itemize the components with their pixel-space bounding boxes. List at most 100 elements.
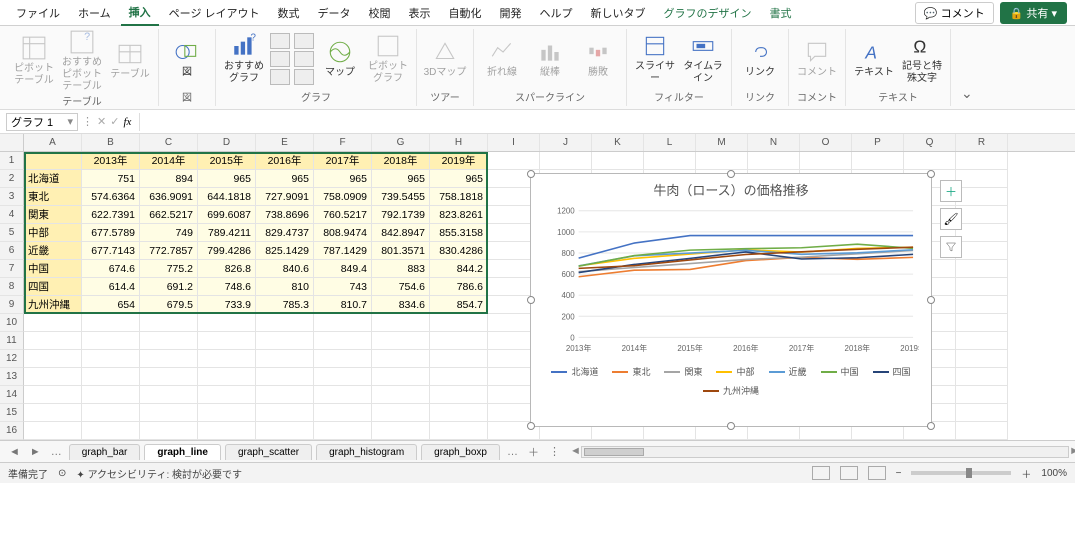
cell[interactable] [956, 152, 1008, 170]
col-header[interactable]: R [956, 134, 1008, 151]
cell[interactable] [372, 422, 430, 440]
cell[interactable] [314, 422, 372, 440]
name-box[interactable]: グラフ 1 ▾ [6, 113, 78, 131]
cell[interactable] [852, 152, 904, 170]
cell[interactable] [140, 404, 198, 422]
cell[interactable]: 中国 [24, 260, 82, 278]
cell[interactable]: 849.4 [314, 260, 372, 278]
cell[interactable] [430, 350, 488, 368]
col-header[interactable]: C [140, 134, 198, 151]
cell[interactable] [140, 386, 198, 404]
chart-styles-button[interactable]: 🖌 [940, 208, 962, 230]
sheet-nav-more[interactable]: … [48, 446, 65, 458]
cancel-icon[interactable]: ✕ [97, 115, 106, 128]
cell[interactable] [198, 422, 256, 440]
accept-icon[interactable]: ✓ [110, 115, 119, 128]
h-scroll-left[interactable]: ◄ [570, 445, 581, 457]
cell[interactable]: 855.3158 [430, 224, 488, 242]
row-header[interactable]: 5 [0, 224, 24, 242]
cell[interactable]: 北海道 [24, 170, 82, 188]
cell[interactable] [430, 332, 488, 350]
cell[interactable]: 829.4737 [256, 224, 314, 242]
h-scroll-thumb[interactable] [584, 448, 644, 456]
spark-wl-button[interactable]: 勝敗 [576, 39, 620, 79]
cell[interactable] [314, 332, 372, 350]
tab-format[interactable]: 書式 [762, 1, 800, 25]
cell[interactable] [956, 242, 1008, 260]
formula-input[interactable] [139, 113, 1075, 131]
cell[interactable] [82, 350, 140, 368]
timeline-button[interactable]: タイムライン [681, 33, 725, 85]
new-sheet-button[interactable]: ＋ [525, 444, 542, 460]
col-header[interactable]: K [592, 134, 644, 151]
cell[interactable] [24, 386, 82, 404]
chart-elements-button[interactable]: ＋ [940, 180, 962, 202]
cell[interactable]: 2017年 [314, 152, 372, 170]
cell[interactable] [430, 368, 488, 386]
symbol-button[interactable]: Ω記号と特殊文字 [900, 33, 944, 85]
map-button[interactable]: マップ [318, 39, 362, 79]
tab-pagelayout[interactable]: ページ レイアウト [161, 1, 268, 25]
cell[interactable] [198, 314, 256, 332]
cell[interactable]: 749 [140, 224, 198, 242]
cell[interactable]: 842.8947 [372, 224, 430, 242]
cell[interactable] [800, 152, 852, 170]
cell[interactable]: 823.8261 [430, 206, 488, 224]
cell[interactable] [430, 422, 488, 440]
cell[interactable]: 東北 [24, 188, 82, 206]
cell[interactable]: 674.6 [82, 260, 140, 278]
chart-plot-area[interactable]: 0200400600800100012002013年2014年2015年2016… [543, 201, 919, 361]
cell[interactable] [372, 404, 430, 422]
cell[interactable]: 四国 [24, 278, 82, 296]
cell[interactable]: 789.4211 [198, 224, 256, 242]
cell[interactable]: 758.0909 [314, 188, 372, 206]
cell[interactable] [956, 296, 1008, 314]
cell[interactable] [256, 404, 314, 422]
pivot-table-button[interactable]: ピボットテーブル [12, 35, 56, 87]
cell[interactable] [256, 314, 314, 332]
legend-item[interactable]: 東北 [612, 365, 650, 378]
cell[interactable] [488, 152, 540, 170]
row-header[interactable]: 6 [0, 242, 24, 260]
cell[interactable] [956, 278, 1008, 296]
row-header[interactable]: 9 [0, 296, 24, 314]
row-header[interactable]: 4 [0, 206, 24, 224]
share-button[interactable]: 🔒 共有 ▾ [1000, 2, 1067, 24]
cell[interactable]: 2013年 [82, 152, 140, 170]
cell[interactable] [198, 332, 256, 350]
row-header[interactable]: 16 [0, 422, 24, 440]
tab-dev[interactable]: 開発 [492, 1, 530, 25]
cell[interactable] [24, 314, 82, 332]
cell[interactable] [140, 314, 198, 332]
cell[interactable] [956, 188, 1008, 206]
area-chart-icon[interactable] [294, 51, 314, 67]
cell[interactable]: 965 [314, 170, 372, 188]
cell[interactable] [644, 152, 696, 170]
cell[interactable] [198, 350, 256, 368]
legend-item[interactable]: 関東 [664, 365, 702, 378]
pie-chart-icon[interactable] [270, 69, 290, 85]
cell[interactable] [24, 332, 82, 350]
tab-insert[interactable]: 挿入 [121, 0, 159, 26]
cell[interactable]: 965 [372, 170, 430, 188]
cell[interactable]: 754.6 [372, 278, 430, 296]
cell[interactable]: 834.6 [372, 296, 430, 314]
tab-data[interactable]: データ [310, 1, 359, 25]
cell[interactable] [256, 368, 314, 386]
spark-col-button[interactable]: 縦棒 [528, 39, 572, 79]
cell[interactable] [956, 206, 1008, 224]
cell[interactable] [82, 404, 140, 422]
tab-help[interactable]: ヘルプ [532, 1, 581, 25]
cell[interactable] [956, 260, 1008, 278]
sheet-tab-bar-item[interactable]: graph_boxp [421, 444, 500, 460]
cell[interactable]: 799.4286 [198, 242, 256, 260]
cell[interactable]: 786.6 [430, 278, 488, 296]
cell[interactable] [314, 368, 372, 386]
cell[interactable]: 2019年 [430, 152, 488, 170]
pivot-chart-button[interactable]: ピボットグラフ [366, 33, 410, 85]
cell[interactable]: 808.9474 [314, 224, 372, 242]
select-all-corner[interactable] [0, 134, 24, 151]
cell[interactable] [696, 152, 748, 170]
h-scroll-right[interactable]: ► [1069, 445, 1075, 457]
cell[interactable]: 801.3571 [372, 242, 430, 260]
